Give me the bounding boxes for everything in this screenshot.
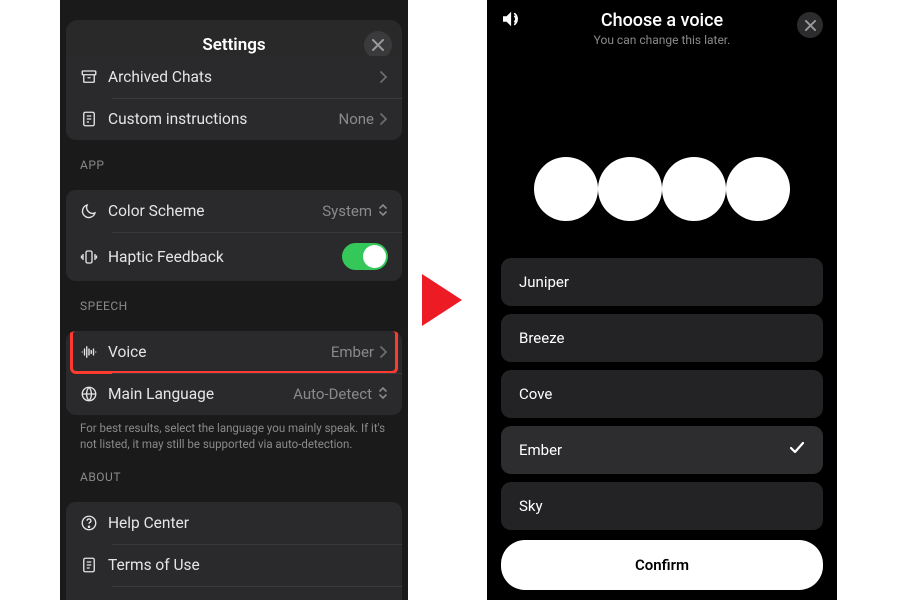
document-icon [80, 556, 108, 574]
row-label: Terms of Use [108, 556, 388, 574]
voice-option-label: Ember [519, 441, 562, 459]
instructions-icon [80, 110, 108, 128]
voice-option-label: Cove [519, 385, 552, 403]
row-privacy-policy[interactable]: Privacy Policy [66, 586, 402, 600]
row-label: Color Scheme [108, 202, 322, 220]
row-value: None [339, 110, 375, 128]
row-value: Ember [331, 343, 374, 361]
circle-icon [534, 157, 598, 221]
voice-option-label: Sky [519, 497, 543, 515]
row-color-scheme[interactable]: Color Scheme System [66, 190, 402, 232]
close-icon[interactable] [797, 12, 823, 38]
speaker-icon[interactable] [501, 10, 523, 32]
circle-icon [726, 157, 790, 221]
row-help-center[interactable]: Help Center [66, 502, 402, 544]
voice-option-breeze[interactable]: Breeze [501, 314, 823, 362]
row-label: Custom instructions [108, 110, 339, 128]
updown-icon [378, 202, 388, 221]
section-label-speech: SPEECH [66, 281, 402, 319]
row-haptic-feedback[interactable]: Haptic Feedback [66, 232, 402, 281]
row-terms-of-use[interactable]: Terms of Use [66, 544, 402, 586]
settings-phone: Settings Archived Chats [60, 0, 408, 600]
close-icon[interactable] [364, 31, 392, 59]
voice-option-label: Breeze [519, 329, 564, 347]
voice-visualizer [487, 157, 837, 221]
row-label: Main Language [108, 385, 293, 403]
arrow-right-icon [422, 274, 462, 326]
row-label: Voice [108, 343, 331, 361]
confirm-button[interactable]: Confirm [501, 540, 823, 590]
voice-picker-phone: Choose a voice You can change this later… [487, 0, 837, 600]
archive-icon [80, 68, 108, 86]
row-label: Haptic Feedback [108, 248, 342, 266]
row-value: System [322, 202, 372, 220]
circle-icon [662, 157, 726, 221]
settings-title: Settings [202, 35, 265, 55]
voice-title: Choose a voice [487, 0, 837, 31]
row-main-language[interactable]: Main Language Auto-Detect [66, 373, 402, 415]
row-label: Help Center [108, 514, 388, 532]
chevron-right-icon [380, 68, 388, 87]
section-label-app: APP [66, 140, 402, 178]
globe-icon [80, 385, 108, 403]
confirm-label: Confirm [635, 556, 689, 574]
row-custom-instructions[interactable]: Custom instructions None [66, 98, 402, 140]
row-archived-chats[interactable]: Archived Chats [66, 56, 402, 98]
waveform-icon [80, 343, 108, 361]
updown-icon [378, 385, 388, 404]
voice-option-cove[interactable]: Cove [501, 370, 823, 418]
chevron-right-icon [380, 343, 388, 362]
vibration-icon [80, 248, 108, 266]
voice-subtitle: You can change this later. [487, 33, 837, 47]
moon-icon [80, 202, 108, 220]
row-voice[interactable]: Voice Ember [66, 331, 402, 373]
voice-option-label: Juniper [519, 273, 569, 291]
chevron-right-icon [380, 110, 388, 129]
speech-footnote: For best results, select the language yo… [66, 415, 402, 452]
voice-option-sky[interactable]: Sky [501, 482, 823, 530]
row-value: Auto-Detect [293, 385, 372, 403]
help-icon [80, 514, 108, 532]
haptic-toggle[interactable] [342, 243, 388, 270]
voice-option-juniper[interactable]: Juniper [501, 258, 823, 306]
check-icon [789, 441, 805, 459]
section-label-about: ABOUT [66, 452, 402, 490]
voice-option-ember[interactable]: Ember [501, 426, 823, 474]
circle-icon [598, 157, 662, 221]
row-label: Archived Chats [108, 68, 380, 86]
